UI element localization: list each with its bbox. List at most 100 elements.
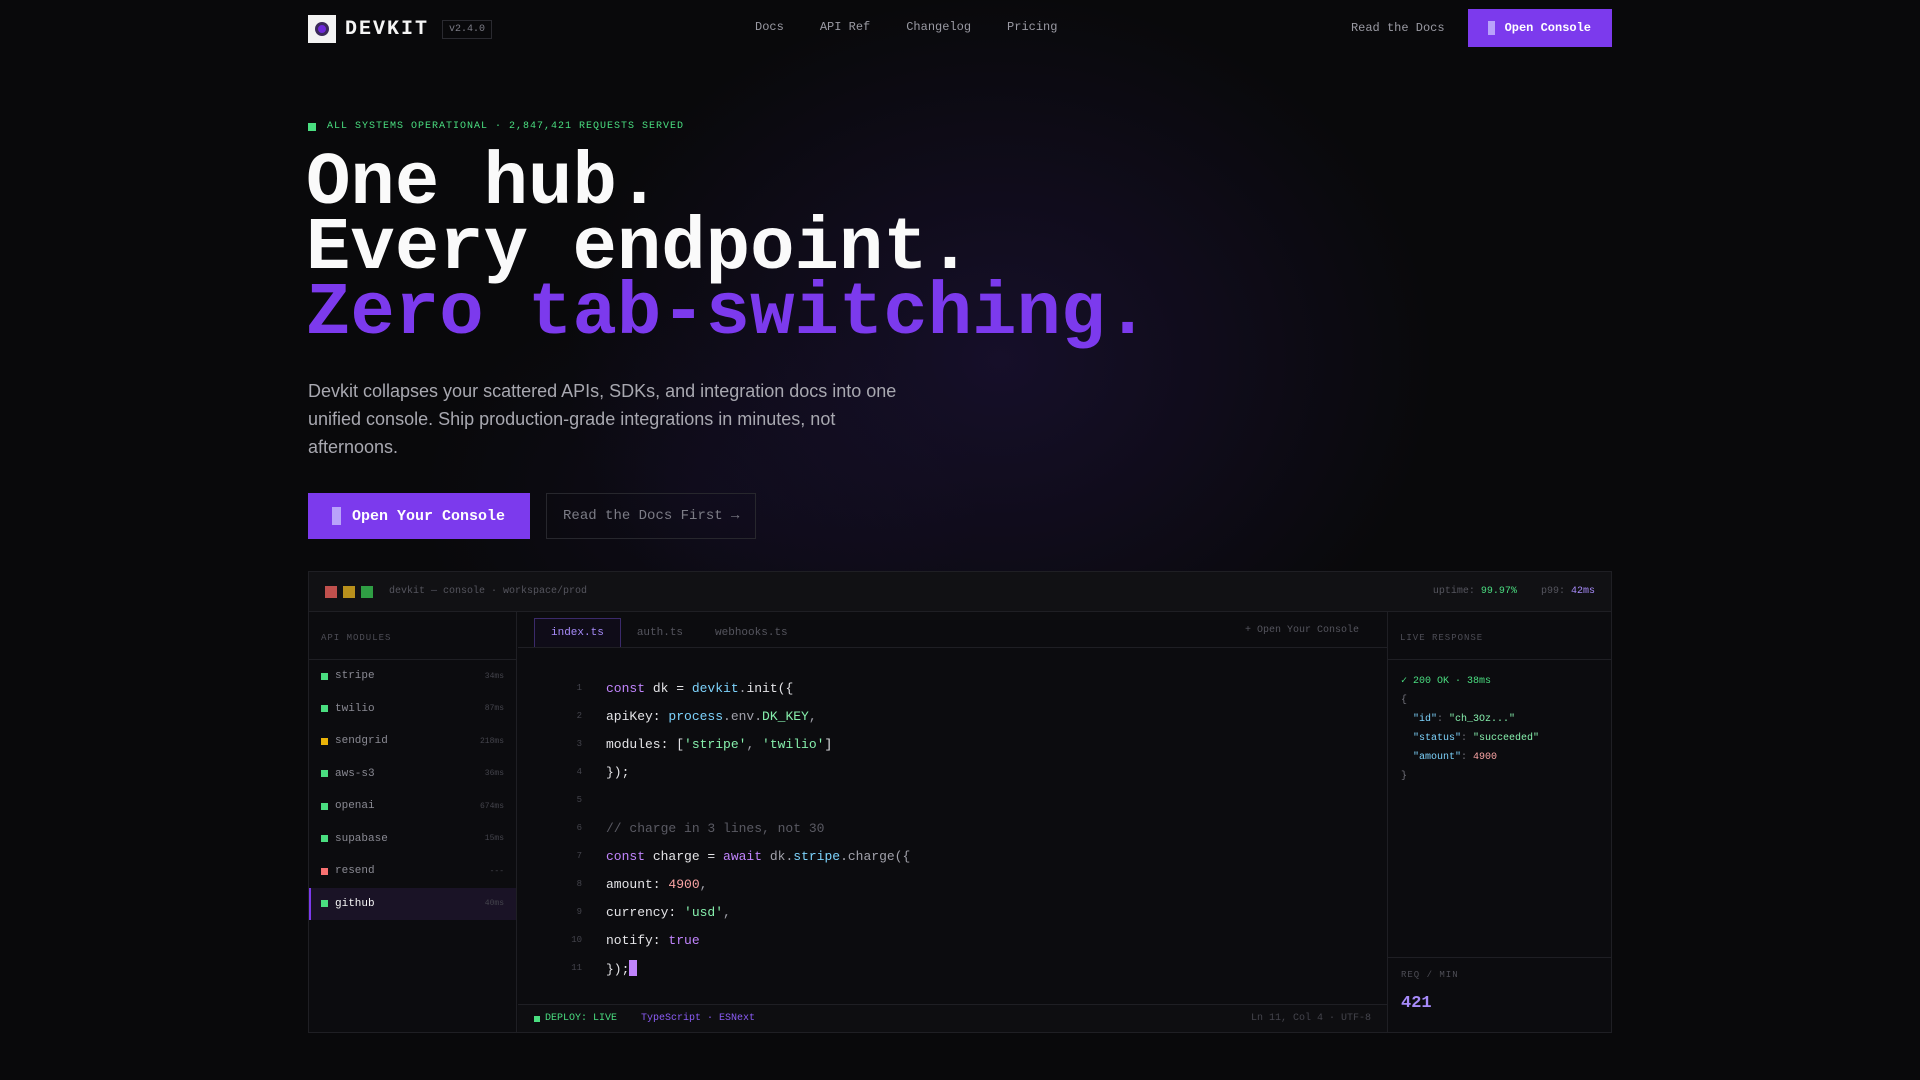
cta-row: Open Your Console Read the Docs First → [308, 493, 757, 539]
module-name: sendgrid [335, 735, 388, 748]
headline-line-3: Zero tab-switching. [306, 272, 1150, 356]
sidebar-title: API MODULES [309, 612, 516, 660]
module-latency: 218ms [479, 736, 504, 746]
hero-headline: One hub. Every endpoint. Zero tab-switch… [306, 147, 1150, 356]
json-open-brace: { [1401, 695, 1408, 706]
module-status-icon [321, 835, 328, 843]
module-status-icon [321, 770, 328, 778]
module-name: openai [335, 800, 375, 813]
module-item-openai[interactable]: openai 674ms [309, 790, 516, 823]
window-maximize-icon[interactable] [361, 585, 373, 598]
module-item-aws-s3[interactable]: aws-s3 36ms [309, 758, 516, 791]
module-item-twilio[interactable]: twilio 87ms [309, 693, 516, 726]
cursor-icon [332, 507, 341, 525]
module-latency: 87ms [484, 704, 504, 714]
console-path: devkit — console · workspace/prod [389, 586, 588, 597]
text-caret [629, 959, 638, 976]
response-body: ✓ 200 OK · 38ms { "id": "ch_3Oz..." "stat… [1388, 660, 1611, 786]
json-value: 4900 [1473, 752, 1498, 763]
tab-webhooks-ts[interactable]: webhooks.ts [699, 618, 804, 647]
p99-value: 42ms [1570, 586, 1595, 597]
window-minimize-icon[interactable] [343, 585, 355, 598]
json-key: "status" [1413, 733, 1462, 744]
code-editor: index.ts auth.ts webhooks.ts + Open Your… [518, 612, 1387, 1032]
line-number: 3 [576, 739, 582, 749]
code-line: 6 // charge in 3 lines, not 30 [518, 814, 1387, 842]
module-name: aws-s3 [335, 767, 375, 780]
open-console-button[interactable]: Open Console [1467, 9, 1612, 47]
cursor-icon [1487, 21, 1495, 35]
version-badge: v2.4.0 [442, 19, 493, 39]
status-text: ALL SYSTEMS OPERATIONAL · 2,847,421 REQU… [327, 121, 685, 132]
json-field: "amount": 4900 [1413, 752, 1498, 763]
module-name: github [335, 897, 375, 910]
system-status: ALL SYSTEMS OPERATIONAL · 2,847,421 REQU… [308, 121, 684, 132]
open-your-console-label: Open Your Console [352, 507, 506, 525]
module-latency: 674ms [479, 801, 504, 811]
line-number: 5 [576, 795, 582, 805]
json-key: "id" [1413, 714, 1438, 725]
code-line: 11 }); [518, 954, 1387, 982]
response-status: ✓ 200 OK · 38ms [1401, 676, 1492, 687]
read-docs-link[interactable]: Read the Docs [1351, 21, 1445, 35]
line-number: 7 [576, 851, 582, 861]
line-number: 4 [576, 767, 582, 777]
brand-name: DEVKIT [345, 17, 430, 41]
line-number: 11 [571, 963, 582, 973]
code-line: 1 const dk = devkit.init({ [518, 674, 1387, 702]
nav-link-pricing[interactable]: Pricing [1007, 20, 1057, 34]
p99-label: p99: [1540, 586, 1565, 597]
module-name: twilio [335, 702, 375, 715]
module-item-github[interactable]: github 40ms [309, 887, 516, 920]
nav-links: Docs API Ref Changelog Pricing [755, 20, 1093, 34]
module-item-sendgrid[interactable]: sendgrid 218ms [309, 725, 516, 758]
module-latency: 34ms [484, 671, 504, 681]
tab-index-ts[interactable]: index.ts [534, 618, 621, 647]
console-preview: devkit — console · workspace/prod uptime… [308, 571, 1612, 1033]
brand[interactable]: DEVKIT v2.4.0 [308, 15, 493, 43]
line-number: 1 [576, 683, 582, 693]
open-your-console-button[interactable]: Open Your Console [308, 493, 531, 539]
language-label[interactable]: TypeScript · ESNext [641, 1013, 755, 1024]
hero-description: Devkit collapses your scattered APIs, SD… [308, 381, 897, 457]
rpm-label: REQ / MIN [1401, 970, 1459, 980]
module-latency: 36ms [484, 769, 504, 779]
tab-open-console-link[interactable]: + Open Your Console [1245, 625, 1359, 636]
json-field: "status": "succeeded" [1413, 733, 1540, 744]
window-close-icon[interactable] [325, 585, 337, 598]
code-line: 5 [518, 786, 1387, 814]
nav-link-api-ref[interactable]: API Ref [820, 20, 870, 34]
api-modules-sidebar: API MODULES stripe 34ms twilio 87ms sendgrid… [309, 612, 517, 1032]
logo-icon [308, 15, 336, 43]
module-item-stripe[interactable]: stripe 34ms [309, 660, 516, 693]
read-docs-first-button[interactable]: Read the Docs First → [546, 493, 757, 539]
status-dot-icon [308, 122, 316, 131]
tab-auth-ts[interactable]: auth.ts [621, 618, 699, 647]
deploy-status: DEPLOY: LIVE [534, 1013, 617, 1024]
rpm-value: 421 [1401, 994, 1432, 1013]
json-value: "succeeded" [1473, 733, 1540, 744]
module-status-icon [321, 802, 328, 810]
code-line: 4 }); [518, 758, 1387, 786]
module-item-supabase[interactable]: supabase 15ms [309, 823, 516, 856]
top-nav: DEVKIT v2.4.0 Docs API Ref Changelog Pri… [308, 0, 1612, 54]
deploy-dot-icon [534, 1015, 540, 1022]
line-number: 6 [576, 823, 582, 833]
json-key: "amount" [1413, 752, 1462, 763]
line-number: 10 [571, 935, 582, 945]
module-latency: 40ms [484, 899, 504, 909]
module-name: supabase [335, 832, 388, 845]
json-field: "id": "ch_3Oz..." [1413, 714, 1516, 725]
nav-link-docs[interactable]: Docs [755, 20, 784, 34]
module-latency: 15ms [484, 834, 504, 844]
console-titlebar: devkit — console · workspace/prod uptime… [309, 572, 1611, 612]
code-block[interactable]: 1 const dk = devkit.init({ 2 apiKey: pro… [518, 674, 1387, 982]
nav-link-changelog[interactable]: Changelog [906, 20, 971, 34]
console-metrics: uptime: 99.97% p99: 42ms [1433, 586, 1595, 597]
code-line: 3 modules: ['stripe', 'twilio'] [518, 730, 1387, 758]
open-console-label: Open Console [1504, 21, 1591, 35]
module-item-resend[interactable]: resend --- [309, 855, 516, 888]
module-name: stripe [335, 670, 375, 683]
editor-statusbar: DEPLOY: LIVE TypeScript · ESNext Ln 11, … [518, 1004, 1387, 1032]
code-line: 10 notify: true [518, 926, 1387, 954]
